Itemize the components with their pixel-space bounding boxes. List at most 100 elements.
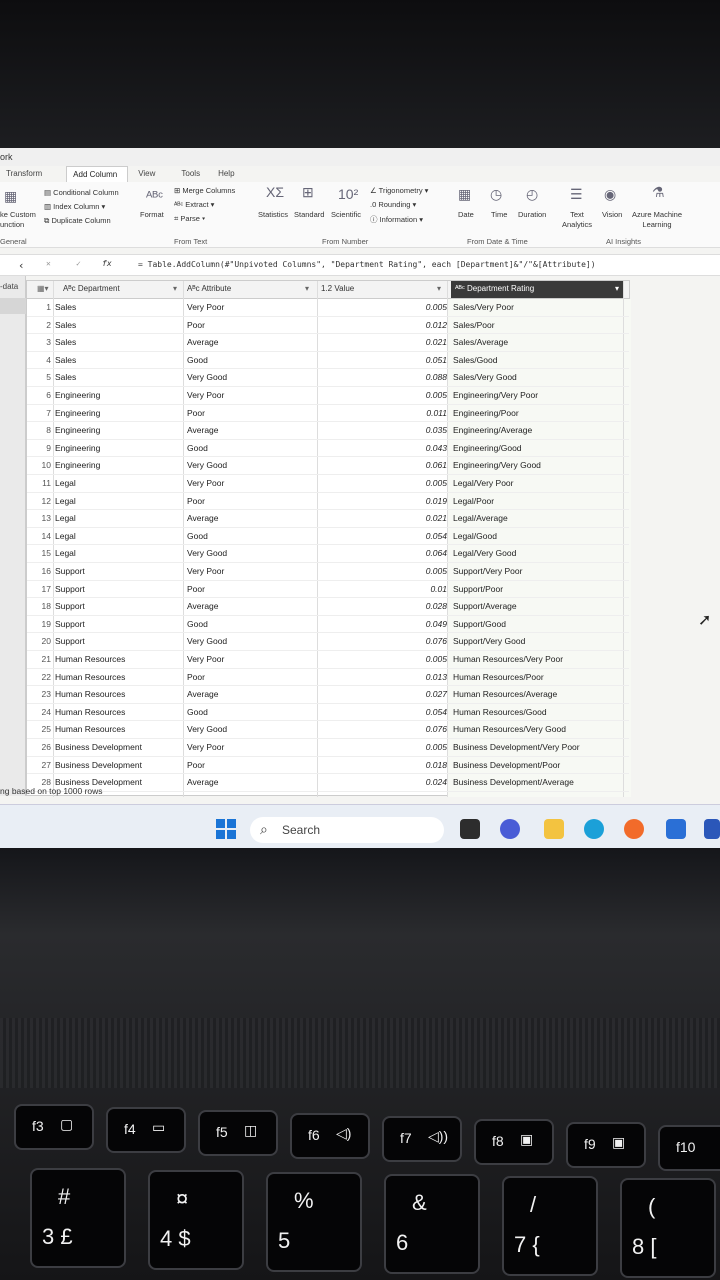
cell-value[interactable]: 0.061	[317, 460, 447, 470]
row-number[interactable]: 5	[27, 372, 51, 382]
number-key[interactable]: #3 £	[30, 1168, 126, 1268]
cell-attribute[interactable]: Poor	[187, 408, 205, 418]
cell-department-rating[interactable]: Business Development/Average	[453, 777, 574, 787]
table-row[interactable]: 9 Engineering Good 0.043 Engineering/Good	[27, 440, 629, 458]
cell-department[interactable]: Legal	[55, 531, 76, 541]
cell-department[interactable]: Engineering	[55, 425, 100, 435]
cell-value[interactable]: 0.021	[317, 513, 447, 523]
cell-department-rating[interactable]: Human Resources/Average	[453, 689, 557, 699]
cell-value[interactable]: 0.013	[317, 672, 447, 682]
cell-department-rating[interactable]: Legal/Very Poor	[453, 478, 513, 488]
table-row[interactable]: 21 Human Resources Very Poor 0.005 Human Res…	[27, 651, 629, 669]
cell-attribute[interactable]: Very Good	[187, 636, 227, 646]
filter-value-icon[interactable]: ▾	[437, 284, 441, 293]
table-row[interactable]: 10 Engineering Very Good 0.061 Engineering/V…	[27, 457, 629, 475]
cell-attribute[interactable]: Poor	[187, 496, 205, 506]
windows-start-icon[interactable]	[216, 819, 236, 839]
cell-value[interactable]: 0.076	[317, 724, 447, 734]
row-number[interactable]: 4	[27, 355, 51, 365]
cell-department-rating[interactable]: Support/Good	[453, 619, 506, 629]
cell-department[interactable]: Engineering	[55, 390, 100, 400]
cell-attribute[interactable]: Good	[187, 443, 208, 453]
cell-value[interactable]: 0.035	[317, 425, 447, 435]
information-button[interactable]: ⓘ Information ▾	[370, 214, 423, 225]
cell-department-rating[interactable]: Engineering/Very Poor	[453, 390, 538, 400]
cell-department[interactable]: Sales	[55, 337, 76, 347]
table-row[interactable]: 1 Sales Very Poor 0.005 Sales/Very Poor	[27, 299, 629, 317]
cell-attribute[interactable]: Average	[187, 337, 219, 347]
cell-department[interactable]: Human Resources	[55, 707, 125, 717]
row-number[interactable]: 16	[27, 566, 51, 576]
conditional-column-button[interactable]: ▤ Conditional Column	[44, 188, 119, 197]
selected-query[interactable]	[0, 298, 26, 314]
cell-department-rating[interactable]: Engineering/Average	[453, 425, 532, 435]
cell-value[interactable]: 0.024	[317, 777, 447, 787]
cell-value[interactable]: 0.005	[317, 742, 447, 752]
table-row[interactable]: 14 Legal Good 0.054 Legal/Good	[27, 528, 629, 546]
tab-add-column[interactable]: Add Column	[66, 166, 129, 182]
row-number[interactable]: 11	[27, 478, 51, 488]
row-number[interactable]: 14	[27, 531, 51, 541]
table-row[interactable]: 23 Human Resources Average 0.027 Human Resou…	[27, 686, 629, 704]
fx-icon[interactable]: fx	[102, 259, 112, 268]
col-attribute[interactable]: Aᴮc Attribute	[187, 284, 231, 293]
parse-button[interactable]: ⌗ Parse ▾	[174, 214, 205, 224]
cell-department[interactable]: Human Resources	[55, 654, 125, 664]
azure-ml-button[interactable]: Azure Machine Learning	[632, 210, 682, 230]
cell-attribute[interactable]: Very Good	[187, 724, 227, 734]
table-icon[interactable]: ▦▾	[37, 284, 49, 293]
cell-department-rating[interactable]: Human Resources/Good	[453, 707, 547, 717]
time-button[interactable]: Time	[491, 210, 507, 219]
cell-department[interactable]: Legal	[55, 496, 76, 506]
cell-department[interactable]: Human Resources	[55, 724, 125, 734]
trigonometry-button[interactable]: ∠ Trigonometry ▾	[370, 186, 428, 195]
cell-value[interactable]: 0.01	[317, 584, 447, 594]
table-row[interactable]: 16 Support Very Poor 0.005 Support/Very Poor	[27, 563, 629, 581]
row-number[interactable]: 24	[27, 707, 51, 717]
cell-department-rating[interactable]: Support/Poor	[453, 584, 503, 594]
tab-tools[interactable]: Tools	[175, 166, 210, 182]
cell-value[interactable]: 0.049	[317, 619, 447, 629]
cell-attribute[interactable]: Very Poor	[187, 742, 224, 752]
cell-attribute[interactable]: Very Good	[187, 548, 227, 558]
key-f3[interactable]: f3 ▢	[14, 1104, 94, 1150]
cell-department[interactable]: Legal	[55, 513, 76, 523]
row-number[interactable]: 25	[27, 724, 51, 734]
edge-icon[interactable]	[584, 819, 604, 839]
rounding-button[interactable]: .0 Rounding ▾	[370, 200, 416, 209]
cell-attribute[interactable]: Good	[187, 531, 208, 541]
cell-department[interactable]: Engineering	[55, 408, 100, 418]
number-key[interactable]: ¤ 4 $	[148, 1170, 244, 1270]
store-icon[interactable]	[666, 819, 686, 839]
file-explorer-icon[interactable]	[544, 819, 564, 839]
cell-department[interactable]: Sales	[55, 320, 76, 330]
cell-attribute[interactable]: Average	[187, 689, 219, 699]
col-department[interactable]: Aᴮc Department	[63, 284, 120, 293]
taskbar-search[interactable]: ⌕ Search	[250, 817, 444, 843]
col-value[interactable]: 1.2 Value	[321, 284, 354, 293]
cell-value[interactable]: 0.043	[317, 443, 447, 453]
key-f4[interactable]: f4 ▭	[106, 1107, 186, 1153]
number-key[interactable]: (8 [	[620, 1178, 716, 1278]
cell-attribute[interactable]: Very Good	[187, 372, 227, 382]
cell-value[interactable]: 0.018	[317, 760, 447, 770]
cell-value[interactable]: 0.005	[317, 654, 447, 664]
key-f5[interactable]: f5 ◫	[198, 1110, 278, 1156]
cell-department-rating[interactable]: Sales/Very Poor	[453, 302, 514, 312]
duplicate-column-button[interactable]: ⧉ Duplicate Column	[44, 216, 111, 226]
cell-department[interactable]: Support	[55, 636, 85, 646]
cell-attribute[interactable]: Poor	[187, 320, 205, 330]
cell-department[interactable]: Support	[55, 601, 85, 611]
date-button[interactable]: Date	[458, 210, 474, 219]
cell-value[interactable]: 0.051	[317, 355, 447, 365]
table-row[interactable]: 25 Human Resources Very Good 0.076 Human Res…	[27, 721, 629, 739]
cell-department-rating[interactable]: Sales/Very Good	[453, 372, 517, 382]
row-number[interactable]: 21	[27, 654, 51, 664]
cell-department[interactable]: Business Development	[55, 742, 142, 752]
cell-department-rating[interactable]: Engineering/Very Good	[453, 460, 541, 470]
custom-function-button[interactable]: ke Custom unction	[0, 210, 36, 230]
cell-value[interactable]: 0.005	[317, 302, 447, 312]
row-number[interactable]: 1	[27, 302, 51, 312]
row-number[interactable]: 26	[27, 742, 51, 752]
cell-department-rating[interactable]: Legal/Very Good	[453, 548, 516, 558]
